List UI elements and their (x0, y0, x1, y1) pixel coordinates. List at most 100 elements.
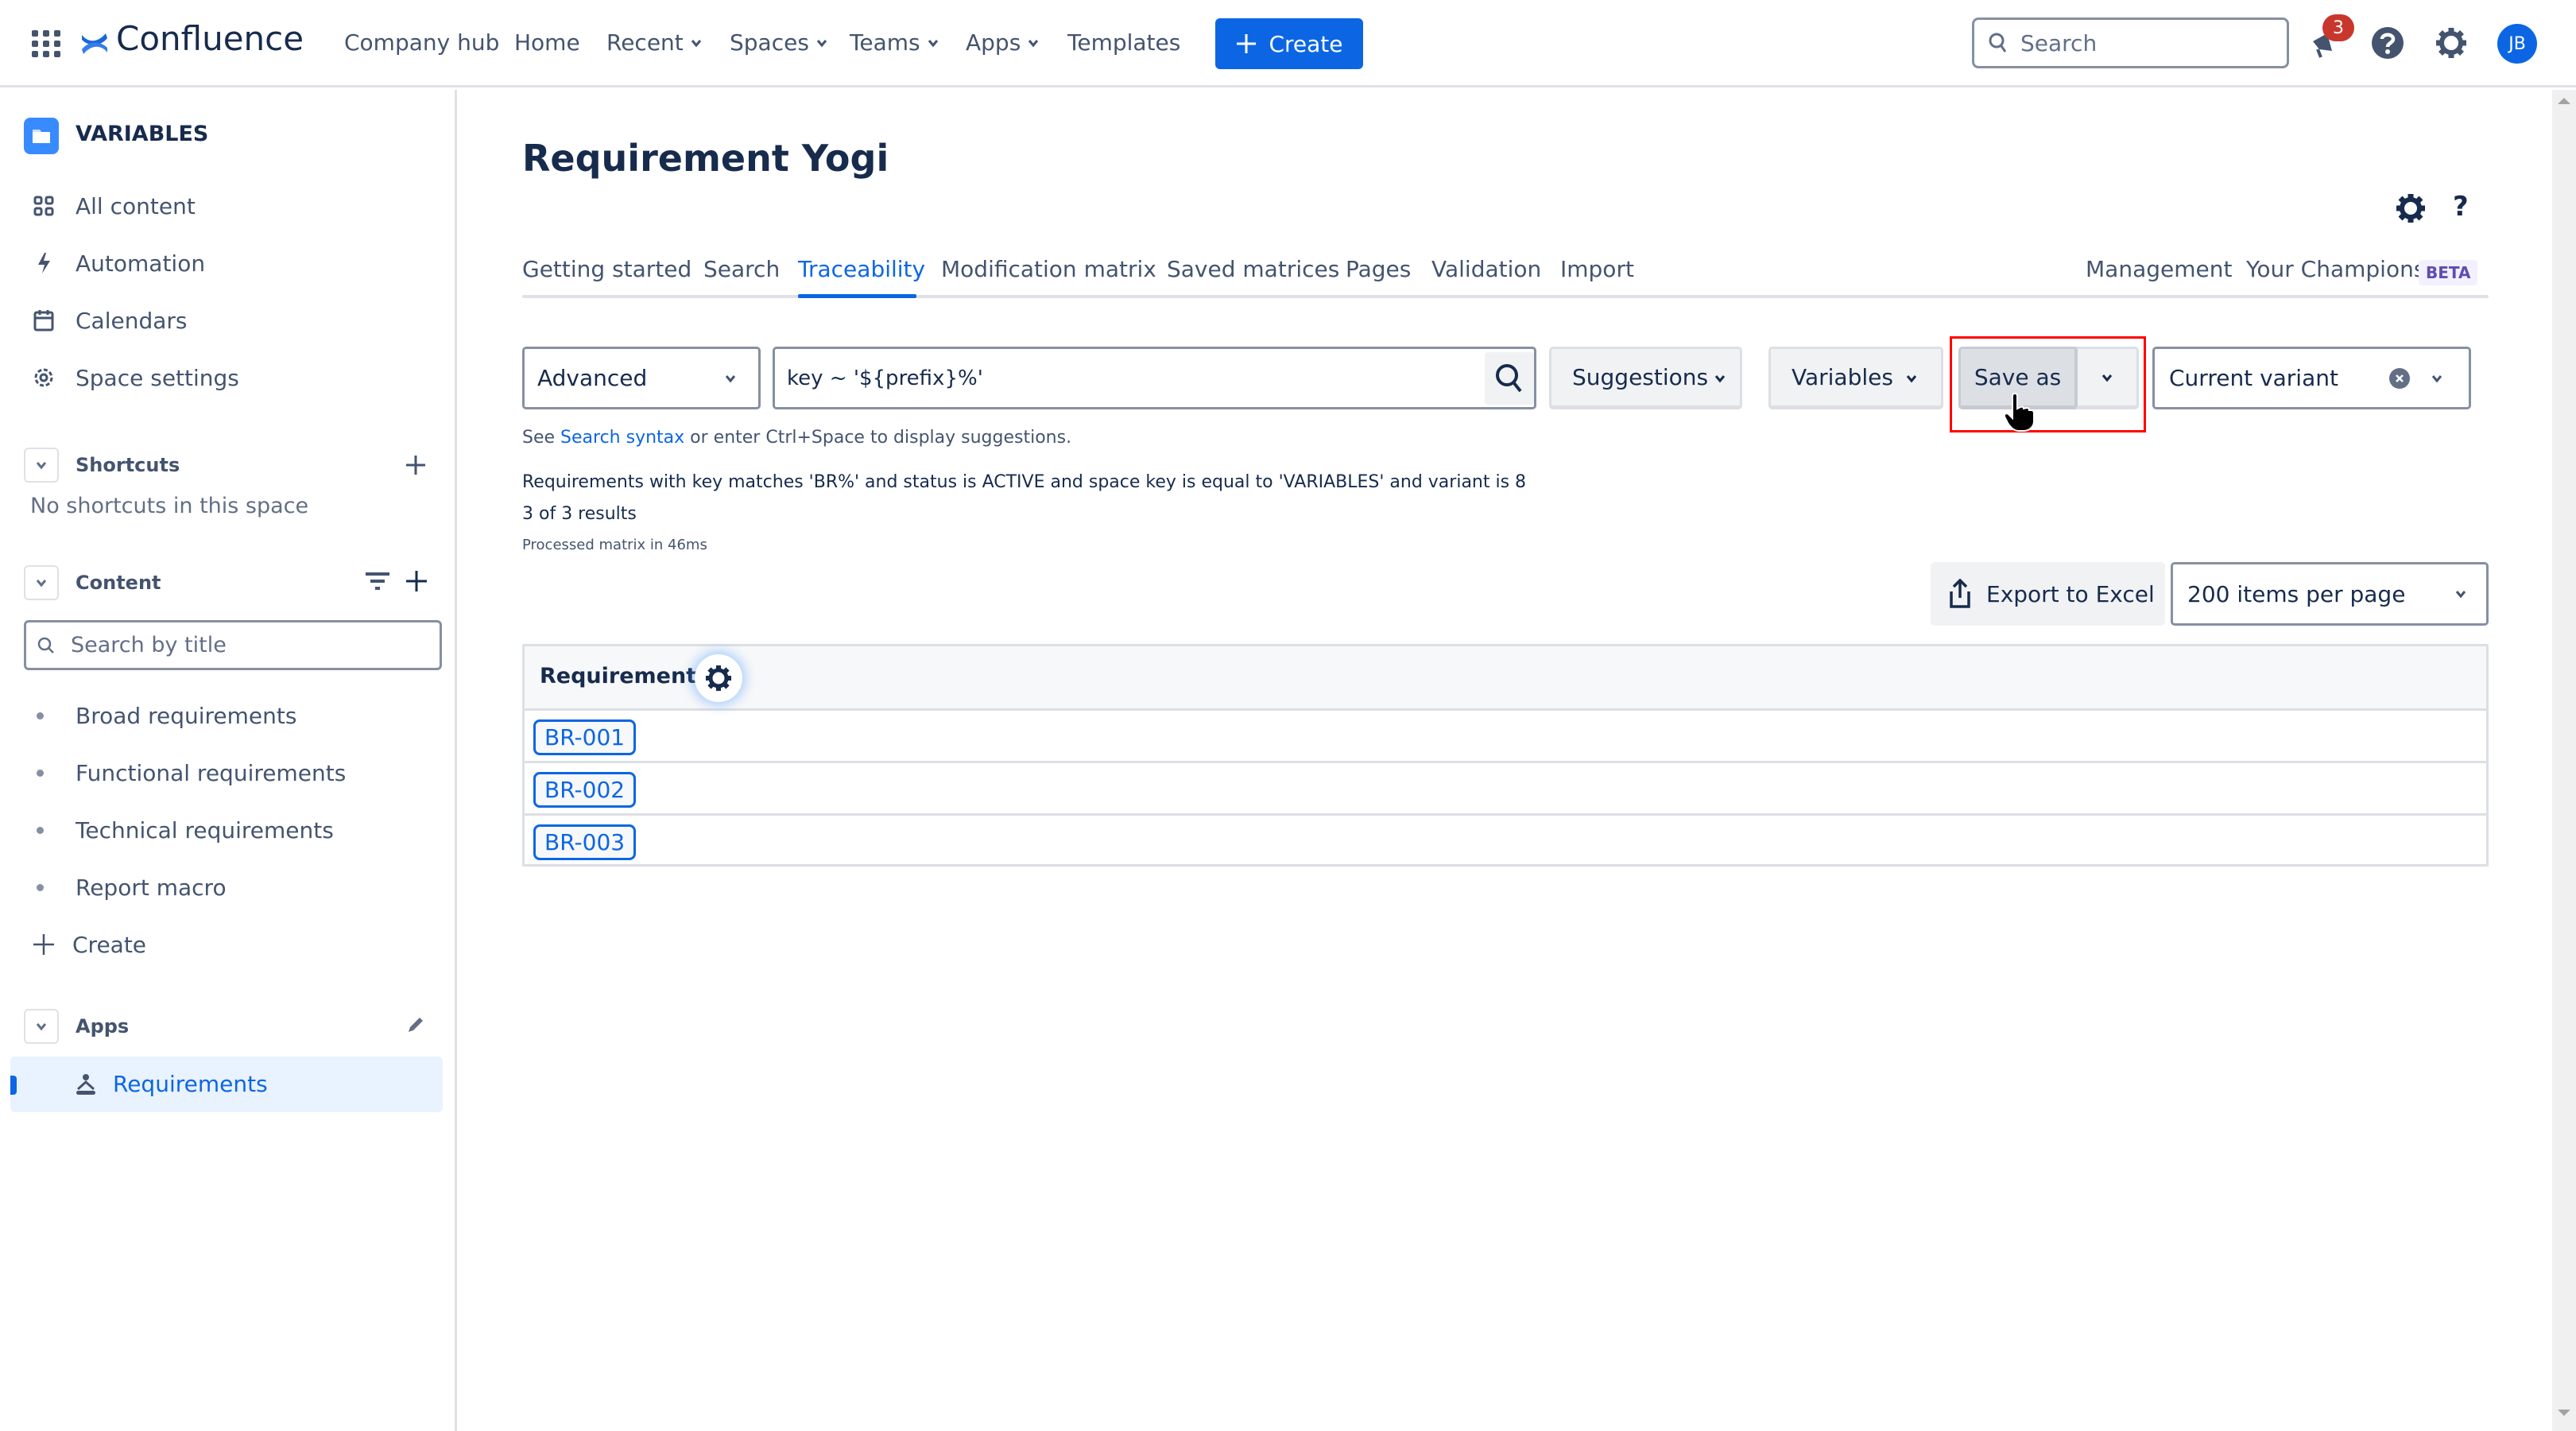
pencil-icon (409, 1018, 423, 1032)
requirement-key-link[interactable]: BR-001 (533, 719, 637, 755)
content-search-input[interactable]: Search by title (24, 620, 442, 670)
nav-spaces[interactable]: Spaces (730, 25, 828, 60)
page-tree-item[interactable]: Report macro (0, 862, 457, 913)
add-content-button[interactable] (405, 569, 428, 593)
column-settings-button[interactable] (695, 654, 742, 702)
search-help-text: See Search syntax or enter Ctrl+Space to… (522, 428, 1071, 448)
chevron-down-icon (2431, 375, 2442, 383)
space-icon[interactable] (24, 118, 59, 154)
scroll-down-arrow-icon[interactable] (2558, 1410, 2570, 1417)
clear-variant-button[interactable] (2389, 368, 2410, 389)
nav-templates[interactable]: Templates (1067, 25, 1180, 60)
tab-import[interactable]: Import (1560, 256, 1634, 282)
variables-label: Variables (1792, 364, 1893, 390)
export-to-excel-button[interactable]: Export to Excel (1931, 562, 2165, 626)
nav-label: Spaces (730, 29, 809, 56)
help-button[interactable] (2369, 24, 2407, 62)
help-suffix: or enter Ctrl+Space to display suggestio… (684, 428, 1072, 448)
suggestions-dropdown[interactable]: Suggestions (1549, 347, 1742, 409)
page-title: Report macro (76, 874, 227, 901)
search-syntax-link[interactable]: Search syntax (560, 428, 684, 448)
app-name[interactable]: Confluence (116, 19, 304, 58)
tab-validation[interactable]: Validation (1431, 256, 1541, 282)
app-switcher-icon[interactable] (30, 30, 62, 57)
space-name[interactable]: VARIABLES (76, 122, 208, 146)
confluence-logo-icon[interactable] (80, 29, 109, 59)
filter-button[interactable] (364, 572, 391, 594)
chevron-down-icon (928, 40, 938, 48)
nav-apps[interactable]: Apps (966, 25, 1040, 60)
variant-select[interactable]: Current variant (2152, 347, 2471, 409)
edit-apps-button[interactable] (405, 1014, 426, 1035)
active-tab-indicator (798, 294, 916, 298)
plus-icon (1237, 34, 1257, 53)
no-shortcuts-text: No shortcuts in this space (30, 494, 309, 518)
page-title: Technical requirements (76, 816, 334, 843)
page-scrollbar[interactable] (2552, 90, 2576, 1431)
tab-search[interactable]: Search (703, 256, 780, 282)
help-icon (2372, 27, 2404, 59)
page-tree-item[interactable]: Functional requirements (0, 747, 457, 798)
sidebar-item-label: Requirements (113, 1071, 268, 1097)
traceability-matrix-table: Requirements BR-001 BR-002 BR-003 (522, 644, 2489, 867)
tab-getting-started[interactable]: Getting started (522, 256, 691, 282)
nav-teams[interactable]: Teams (850, 25, 939, 60)
page-title: Broad requirements (76, 702, 297, 729)
page-tree-item[interactable]: Technical requirements (0, 805, 457, 855)
user-avatar[interactable]: JB (2497, 24, 2537, 64)
page-size-select[interactable]: 200 items per page (2171, 562, 2489, 626)
settings-gear-icon (2436, 28, 2466, 58)
search-icon (37, 637, 54, 653)
export-icon (1950, 579, 1970, 608)
tab-management[interactable]: Management (2086, 256, 2232, 282)
query-mode-select[interactable]: Advanced (522, 347, 761, 409)
chevron-down-icon (1714, 375, 1726, 383)
tab-your-champions[interactable]: Your Champions (2246, 256, 2425, 282)
sidebar-item-space-settings[interactable]: Space settings (0, 352, 457, 403)
requirement-key-link[interactable]: BR-003 (533, 824, 637, 860)
tab-modification-matrix[interactable]: Modification matrix (941, 256, 1156, 282)
sidebar-item-label: All content (76, 192, 196, 219)
variant-value: Current variant (2169, 365, 2338, 391)
content-collapse-toggle[interactable] (24, 565, 59, 600)
plus-icon (30, 931, 57, 958)
table-row: BR-002 (525, 763, 2486, 816)
app-settings-button[interactable] (2395, 192, 2427, 224)
table-header: Requirements (525, 646, 2486, 711)
add-shortcut-button[interactable] (405, 454, 427, 476)
nav-company-hub[interactable]: Company hub (344, 25, 499, 60)
folder-icon (33, 130, 50, 143)
run-search-button[interactable] (1485, 352, 1534, 405)
nav-recent[interactable]: Recent (606, 25, 703, 60)
export-label: Export to Excel (1986, 580, 2155, 607)
nav-label: Home (514, 29, 580, 56)
apps-collapse-toggle[interactable] (24, 1009, 59, 1044)
page-title: Requirement Yogi (522, 137, 889, 180)
page-tree-item[interactable]: Broad requirements (0, 690, 457, 741)
nav-home[interactable]: Home (514, 25, 580, 60)
chevron-down-icon (691, 40, 701, 48)
beta-badge: BETA (2419, 260, 2478, 285)
create-button[interactable]: Create (1215, 18, 1363, 69)
query-input[interactable]: key ~ '${prefix}%' (773, 347, 1536, 409)
space-sidebar: VARIABLES All content Automation Calenda… (0, 90, 457, 1431)
shortcuts-collapse-toggle[interactable] (24, 448, 59, 483)
global-search-input[interactable]: Search (1972, 17, 2289, 68)
sidebar-item-calendars[interactable]: Calendars (0, 295, 457, 346)
chevron-down-icon (1906, 375, 1917, 383)
sidebar-item-automation[interactable]: Automation (0, 238, 457, 289)
variables-dropdown[interactable]: Variables (1768, 347, 1943, 409)
requirement-key-link[interactable]: BR-002 (533, 772, 637, 808)
help-button[interactable]: ? (2453, 191, 2469, 223)
sidebar-item-all-content[interactable]: All content (0, 180, 457, 231)
scroll-up-arrow-icon[interactable] (2558, 96, 2570, 104)
nav-label: Company hub (344, 29, 500, 56)
settings-button[interactable] (2432, 24, 2470, 62)
search-icon (1496, 364, 1522, 393)
chevron-down-icon (1028, 40, 1039, 48)
requirement-yogi-icon (74, 1073, 98, 1096)
tab-pages[interactable]: Pages (1346, 256, 1411, 282)
create-content-button[interactable]: Create (0, 919, 457, 970)
tab-traceability[interactable]: Traceability (798, 256, 925, 282)
tab-saved-matrices[interactable]: Saved matrices (1167, 256, 1339, 282)
